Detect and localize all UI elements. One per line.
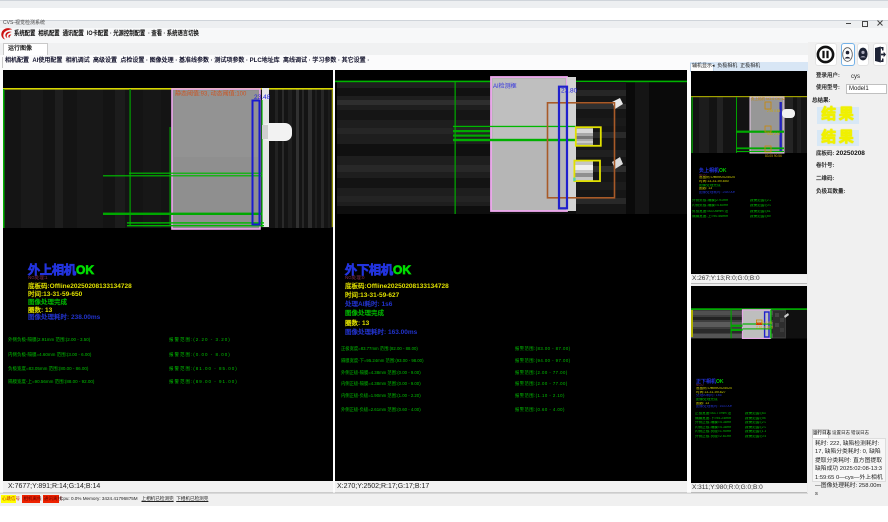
svg-text:23.48: 23.48	[254, 94, 271, 101]
svg-text:AI检测框: AI检测框	[493, 82, 517, 90]
svg-text:23.80 1.90: 23.80 1.90	[756, 321, 772, 325]
svg-text:静态阈值:93, 动态阈值:100: 静态阈值:93, 动态阈值:100	[175, 90, 247, 98]
svg-text:4.60 2.91: 4.60 2.91	[767, 132, 781, 136]
svg-text:83.05 90.56: 83.05 90.56	[765, 154, 782, 158]
svg-text:负上相机 NG:0 OK:12: 负上相机 NG:0 OK:12	[751, 96, 785, 101]
svg-text:2.94 0.53: 2.94 0.53	[767, 109, 781, 113]
svg-text:23.80: 23.80	[561, 88, 578, 95]
